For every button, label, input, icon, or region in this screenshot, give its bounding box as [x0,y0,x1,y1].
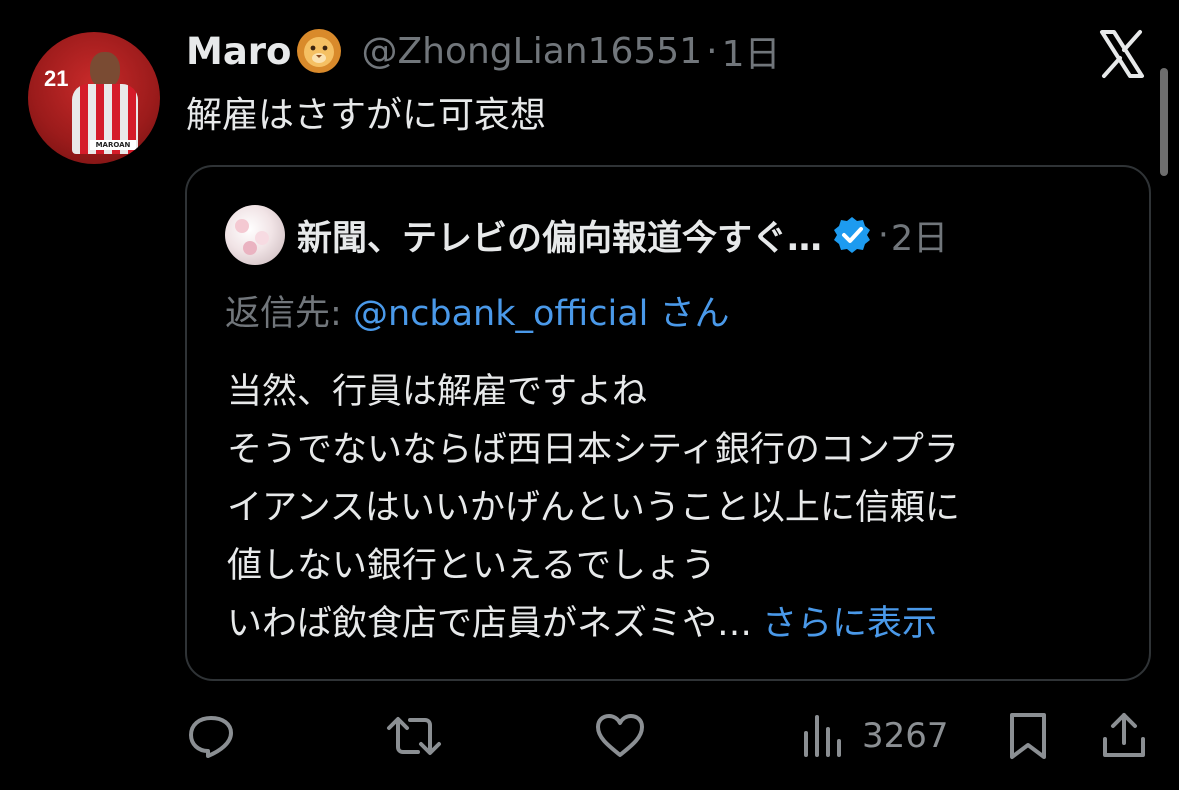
retweet-icon [387,717,441,755]
quoted-text-line: そうでないならば西日本シティ銀行のコンプラ [227,430,959,470]
tweet-text: 解雇はさすがに可哀想 [186,95,547,136]
reply-button[interactable] [186,706,236,766]
avatar-jersey-number: 21 [44,66,69,91]
quoted-tweet[interactable]: 新聞、テレビの偏向報道今すぐ… · 2日 返信先: @ncbank_offici… [185,165,1151,681]
quoted-text-line: イアンスはいいかげんということ以上に信頼に [227,488,960,528]
reply-to-suffix: さん [659,294,730,334]
reply-to-handle[interactable]: @ncbank_official [353,294,648,334]
timestamp[interactable]: 1日 [722,25,781,77]
quoted-text-truncated: いわば飲食店で店員がネズミや… [227,604,753,644]
retweet-button[interactable] [386,706,442,766]
share-icon [1103,713,1145,757]
tweet-header: Maro @ZhongLian16551 · 1日 [186,24,780,78]
separator-dot: · [706,30,718,72]
quoted-avatar[interactable] [225,205,285,265]
views-icon [804,715,841,757]
scrollbar[interactable] [1160,68,1168,176]
bookmark-icon [1010,713,1046,759]
like-button[interactable] [594,706,646,766]
x-logo-icon[interactable] [1096,28,1148,80]
quoted-display-name[interactable]: 新聞、テレビの偏向報道今すぐ… [297,210,822,261]
quoted-tweet-header: 新聞、テレビの偏向報道今すぐ… · 2日 [225,203,948,267]
avatar-name-strip: MAROAN [90,140,136,150]
bookmark-button[interactable] [1006,706,1050,766]
quoted-text-line: 値しない銀行といえるでしょう [227,546,716,586]
action-bar: 3267 [186,706,1156,766]
verified-badge-icon [834,217,871,253]
views-button[interactable]: 3267 [802,706,949,766]
quoted-tweet-text: 当然、行員は解雇ですよね そうでないならば西日本シティ銀行のコンプラ イアンスは… [227,363,960,653]
quoted-text-line-last: いわば飲食店で店員がネズミや… さらに表示 [227,595,960,653]
display-name[interactable]: Maro [186,30,291,73]
quoted-text-line: 当然、行員は解雇ですよね [227,372,648,412]
reply-to-line: 返信先: @ncbank_official さん [225,285,730,336]
reply-to-label: 返信先: [225,294,342,334]
share-button[interactable] [1100,706,1148,766]
show-more-link[interactable]: さらに表示 [762,604,937,644]
user-handle[interactable]: @ZhongLian16551 [361,31,702,72]
like-icon [596,714,644,757]
avatar[interactable]: 21 MAROAN [28,32,160,164]
quoted-timestamp[interactable]: 2日 [891,210,948,261]
lion-emoji-icon [297,29,342,73]
view-count: 3267 [862,716,949,756]
reply-icon [189,716,233,758]
quoted-separator-dot: · [878,215,889,255]
avatar-player-head [90,52,120,88]
